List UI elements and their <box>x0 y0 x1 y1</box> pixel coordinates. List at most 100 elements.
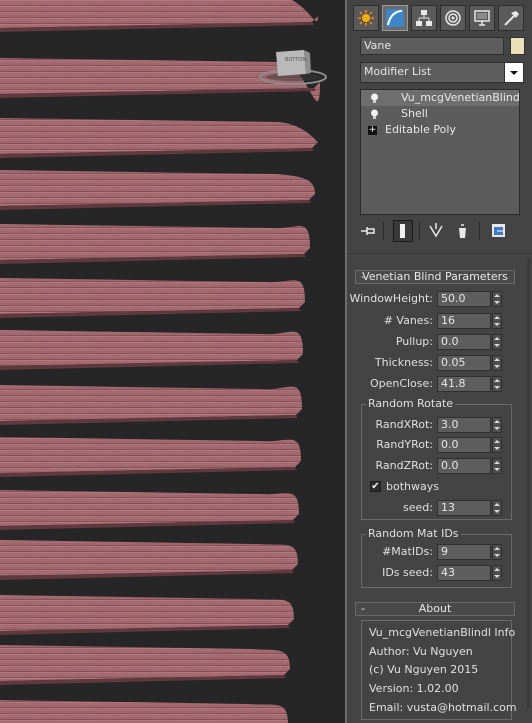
show-end-result-button[interactable] <box>393 220 413 242</box>
ids-seed-field[interactable]: 43 <box>437 565 491 581</box>
stack-item-editable-poly[interactable]: + Editable Poly <box>361 122 519 138</box>
param-label: #MatIDs: <box>382 545 433 558</box>
hammer-icon <box>504 11 519 26</box>
stack-item-label: Shell <box>401 107 428 120</box>
venetian-blind-rollout-header[interactable]: - Venetian Blind Parameters <box>355 270 515 284</box>
param-label: # Vanes: <box>383 314 433 327</box>
pullup-spinner[interactable] <box>492 334 502 350</box>
param-label: seed: <box>403 501 433 514</box>
randxrot-spinner[interactable] <box>492 417 502 433</box>
perspective-viewport[interactable]: BOTTOM <box>0 0 347 723</box>
blind-vane <box>0 118 318 154</box>
venetian-blind-render <box>0 0 320 723</box>
pullup-field[interactable]: 0.0 <box>437 334 491 350</box>
viewcube-face-label: BOTTOM <box>285 57 307 63</box>
show-end-result-icon <box>400 224 405 238</box>
bothways-checkbox[interactable]: ✔ <box>370 481 381 492</box>
viewcube-gizmo[interactable]: BOTTOM <box>256 44 330 86</box>
matids-spinner[interactable] <box>492 544 502 560</box>
seed-spinner[interactable] <box>492 500 502 516</box>
randxrot-field[interactable]: 3.0 <box>437 417 491 433</box>
lightbulb-icon[interactable] <box>370 93 379 104</box>
chevron-down-icon[interactable] <box>504 63 523 82</box>
modify-curve-icon <box>386 9 404 27</box>
rollout-title: Venetian Blind Parameters <box>362 270 508 283</box>
randzrot-spinner[interactable] <box>492 458 502 474</box>
blind-vane <box>0 224 310 260</box>
configure-modifier-sets-icon <box>492 224 505 237</box>
remove-modifier-icon <box>459 224 466 238</box>
pin-stack-button[interactable] <box>359 220 379 242</box>
blind-vane <box>0 700 288 723</box>
blind-vane <box>0 437 301 473</box>
randyrot-field[interactable]: 0.0 <box>437 437 491 453</box>
randyrot-spinner[interactable] <box>492 437 502 453</box>
param-label: RandYRot: <box>376 438 433 451</box>
command-panel-tabs <box>350 5 528 31</box>
lightbulb-icon[interactable] <box>370 109 379 120</box>
blind-vane <box>0 278 305 314</box>
about-line: Author: Vu Nguyen <box>369 645 473 658</box>
modifier-stack[interactable]: Vu_mcgVenetianBlind Shell + Editable Pol… <box>360 89 520 215</box>
blind-vane <box>0 385 302 421</box>
param-label: Thickness: <box>374 356 433 369</box>
param-label: Pullup: <box>395 335 433 348</box>
param-label: OpenClose: <box>369 377 433 390</box>
modifier-list-dropdown[interactable]: Modifier List <box>360 62 524 83</box>
bothways-label: bothways <box>386 480 439 493</box>
make-unique-button[interactable] <box>427 220 447 242</box>
openclose-field[interactable]: 41.8 <box>437 376 491 392</box>
param-label: IDs seed: <box>382 566 433 579</box>
random-rotate-title: Random Rotate <box>366 397 456 410</box>
blind-vane <box>0 595 294 631</box>
openclose-spinner[interactable] <box>492 376 502 392</box>
window-height-field[interactable]: 50.0 <box>437 291 491 307</box>
hierarchy-tab[interactable] <box>411 5 437 31</box>
thickness-spinner[interactable] <box>492 355 502 371</box>
blind-vane <box>0 645 290 681</box>
modifier-stack-toolbar <box>357 220 527 242</box>
stack-item-shell[interactable]: Shell <box>361 106 519 122</box>
blind-vane <box>0 170 315 206</box>
modify-tab[interactable] <box>382 5 408 31</box>
make-unique-icon <box>429 223 443 238</box>
pin-stack-icon <box>361 227 375 235</box>
about-line: (c) Vu Nguyen 2015 <box>369 663 479 676</box>
window-height-spinner[interactable] <box>492 291 502 307</box>
rollout-title: About <box>418 602 452 615</box>
matids-field[interactable]: 9 <box>437 544 491 560</box>
seed-field[interactable]: 13 <box>437 500 491 516</box>
stack-item-vu-mcgvenetianblind[interactable]: Vu_mcgVenetianBlind <box>361 90 520 106</box>
blind-vane <box>0 540 298 576</box>
vanes-spinner[interactable] <box>492 313 502 329</box>
plus-expand-icon[interactable]: + <box>368 126 377 135</box>
param-label: WindowHeight: <box>349 292 433 305</box>
object-name-field[interactable]: Vane <box>360 37 504 55</box>
create-tab[interactable] <box>353 5 379 31</box>
randzrot-field[interactable]: 0.0 <box>437 458 491 474</box>
sun-icon <box>358 10 374 26</box>
panel-scrollbar[interactable] <box>527 258 530 708</box>
object-color-swatch[interactable] <box>510 37 525 55</box>
ids-seed-spinner[interactable] <box>492 565 502 581</box>
blind-vane <box>0 330 303 366</box>
random-mat-ids-title: Random Mat IDs <box>366 527 461 540</box>
hierarchy-icon <box>416 10 432 26</box>
utilities-tab[interactable] <box>498 5 524 31</box>
about-rollout-header[interactable]: - About <box>355 602 515 616</box>
vanes-field[interactable]: 16 <box>437 313 491 329</box>
motion-tab[interactable] <box>440 5 466 31</box>
viewcube-icon <box>259 50 327 85</box>
display-tab[interactable] <box>469 5 495 31</box>
about-line: Vu_mcgVenetianBlindl Info <box>369 626 516 639</box>
blind-vane <box>0 490 299 526</box>
about-line: Email: vusta@hotmail.com <box>369 701 517 714</box>
param-label: RandZRot: <box>375 459 433 472</box>
about-info-box: Vu_mcgVenetianBlindl Info Author: Vu Ngu… <box>361 620 517 720</box>
about-line: Version: 1.02.00 <box>369 682 459 695</box>
motion-icon <box>445 10 461 26</box>
thickness-field[interactable]: 0.05 <box>437 355 491 371</box>
configure-modifier-sets-button[interactable] <box>489 220 509 242</box>
panel-divider <box>347 253 532 254</box>
remove-modifier-button[interactable] <box>453 220 473 242</box>
